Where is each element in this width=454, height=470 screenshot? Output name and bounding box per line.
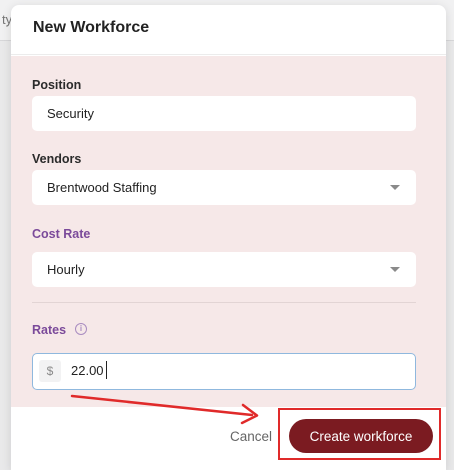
- cost-rate-select[interactable]: Hourly: [32, 252, 416, 287]
- position-label: Position: [32, 78, 82, 92]
- modal-body: Position Security Vendors Brentwood Staf…: [11, 56, 446, 407]
- currency-symbol: $: [39, 360, 61, 382]
- chevron-down-icon: [390, 267, 400, 272]
- cancel-button[interactable]: Cancel: [230, 429, 272, 444]
- vendors-label: Vendors: [32, 152, 82, 166]
- vendors-select[interactable]: Brentwood Staffing: [32, 170, 416, 205]
- section-divider: [32, 302, 416, 303]
- cost-rate-selected-value: Hourly: [47, 262, 85, 277]
- vendors-selected-value: Brentwood Staffing: [47, 180, 157, 195]
- rates-label: Rates: [32, 323, 67, 337]
- rate-input[interactable]: $ 22.00: [32, 353, 416, 390]
- cost-rate-label: Cost Rate: [32, 227, 91, 241]
- position-input[interactable]: Security: [32, 96, 416, 131]
- modal-header: New Workforce: [11, 5, 446, 55]
- annotation-highlight-box: [278, 408, 441, 460]
- rate-value: 22.00: [71, 363, 104, 378]
- text-cursor: [106, 361, 107, 379]
- new-workforce-modal: New Workforce Position Security Vendors …: [11, 5, 446, 470]
- info-icon[interactable]: i: [75, 323, 87, 335]
- chevron-down-icon: [390, 185, 400, 190]
- modal-title: New Workforce: [33, 19, 150, 36]
